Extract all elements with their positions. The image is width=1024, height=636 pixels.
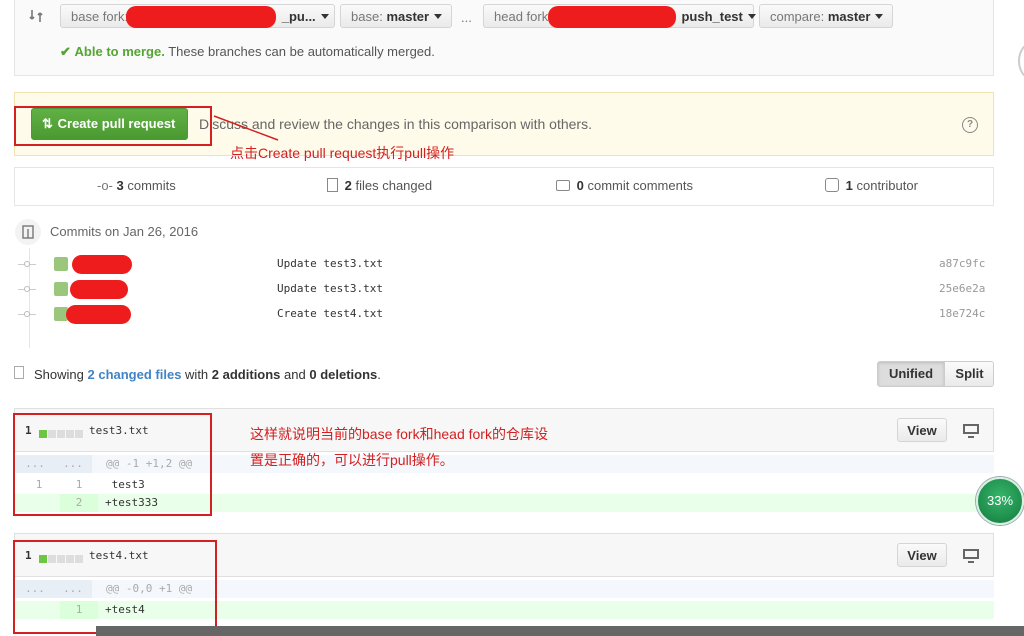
commits-date-header: Commits on Jan 26, 2016 bbox=[50, 224, 199, 239]
commit-row: Update test3.txt a87c9fc bbox=[0, 255, 1000, 275]
file-icon bbox=[14, 366, 24, 379]
head-fork-label: head fork: bbox=[494, 9, 552, 24]
summary-and: and bbox=[284, 367, 306, 382]
redacted-author bbox=[66, 305, 131, 324]
unified-toggle[interactable]: Unified bbox=[878, 362, 944, 386]
base-branch-select[interactable]: base: master bbox=[340, 4, 452, 28]
base-fork-label: base fork: bbox=[71, 9, 129, 24]
stat-comments[interactable]: 0 commit comments bbox=[556, 178, 693, 193]
annotation-box-file2 bbox=[13, 540, 217, 634]
base-branch-value: master bbox=[386, 9, 430, 24]
head-fork-value: push_test bbox=[681, 9, 743, 24]
commit-message[interactable]: Create test4.txt bbox=[277, 307, 383, 320]
redacted-author bbox=[72, 255, 132, 274]
view-file-button[interactable]: View bbox=[897, 418, 947, 442]
organization-icon bbox=[825, 178, 839, 192]
base-fork-value: _pu... bbox=[281, 9, 316, 24]
stat-files[interactable]: 2 files changed bbox=[327, 178, 432, 193]
commit-dot-icon bbox=[18, 260, 36, 270]
compare-branch-value: master bbox=[827, 9, 871, 24]
summary-period: . bbox=[377, 367, 381, 382]
annotation-box-file1 bbox=[13, 413, 212, 516]
progress-badge[interactable]: 33% bbox=[976, 477, 1024, 525]
stat-contributors[interactable]: 1 contributor bbox=[825, 178, 918, 193]
chevron-down-icon bbox=[434, 14, 443, 19]
merge-status: ✔ Able to merge. These branches can be a… bbox=[60, 44, 435, 60]
split-toggle[interactable]: Split bbox=[944, 362, 993, 386]
comment-icon bbox=[556, 180, 570, 191]
annotation-arrow bbox=[213, 115, 279, 141]
summary-showing: Showing bbox=[34, 367, 84, 382]
commit-icon: -o- bbox=[97, 178, 113, 193]
commit-dot-icon bbox=[18, 310, 36, 320]
edge-circle-icon bbox=[1018, 42, 1024, 80]
chevron-down-icon bbox=[320, 14, 329, 19]
avatar[interactable] bbox=[54, 282, 68, 296]
compare-ellipsis: ... bbox=[461, 10, 472, 25]
summary-changed-link[interactable]: 2 changed files bbox=[88, 367, 182, 382]
redacted-base-fork bbox=[126, 6, 276, 28]
annotation-box-create-pr bbox=[14, 106, 212, 146]
file-diff-icon bbox=[327, 178, 338, 192]
merge-status-text: These branches can be automatically merg… bbox=[168, 44, 435, 59]
stat-commits[interactable]: -o- 3 commits bbox=[97, 178, 176, 193]
compare-branch-select[interactable]: compare: master bbox=[759, 4, 893, 28]
commit-sha[interactable]: 25e6e2a bbox=[939, 282, 985, 295]
check-icon: ✔ bbox=[60, 44, 71, 59]
summary-additions: 2 additions bbox=[211, 367, 281, 382]
stat-commits-count: 3 bbox=[116, 178, 124, 193]
summary-with: with bbox=[185, 367, 209, 382]
base-branch-label: base: bbox=[351, 9, 383, 24]
commit-sha[interactable]: a87c9fc bbox=[939, 257, 985, 270]
commit-dot-icon bbox=[18, 285, 36, 295]
stat-contributors-count: 1 bbox=[845, 178, 853, 193]
redacted-head-fork bbox=[548, 6, 676, 28]
stat-files-label: files changed bbox=[355, 178, 433, 193]
avatar[interactable] bbox=[54, 257, 68, 271]
diff-summary: Showing 2 changed files with 2 additions… bbox=[34, 367, 381, 382]
progress-badge-value: 33% bbox=[986, 493, 1014, 508]
stat-commits-label: commits bbox=[127, 178, 176, 193]
stat-comments-label: commit comments bbox=[587, 178, 693, 193]
help-icon[interactable]: ? bbox=[962, 117, 978, 133]
summary-deletions: 0 deletions bbox=[309, 367, 378, 382]
stat-files-count: 2 bbox=[344, 178, 352, 193]
chevron-down-icon bbox=[875, 14, 884, 19]
stat-contributors-label: contributor bbox=[856, 178, 918, 193]
compare-branch-label: compare: bbox=[770, 9, 825, 24]
annotation-create-pr: 点击Create pull request执行pull操作 bbox=[230, 145, 455, 161]
annotation-fork-line1: 这样就说明当前的base fork和head fork的仓库设 bbox=[250, 426, 548, 442]
redacted-author bbox=[70, 280, 128, 299]
bottom-scrollbar[interactable] bbox=[96, 626, 1024, 636]
stat-comments-count: 0 bbox=[576, 178, 584, 193]
commit-row: Create test4.txt 18e724c bbox=[0, 305, 1000, 325]
commit-sha[interactable]: 18e724c bbox=[939, 307, 985, 320]
commits-group-icon bbox=[15, 219, 41, 245]
view-toggle: Unified Split bbox=[877, 361, 994, 387]
merge-status-bold: Able to merge. bbox=[74, 44, 165, 59]
chevron-down-icon bbox=[747, 14, 756, 19]
compare-arrows-icon bbox=[28, 8, 44, 24]
desktop-icon[interactable] bbox=[963, 424, 979, 438]
annotation-fork-line2: 置是正确的，可以进行pull操作。 bbox=[250, 452, 454, 468]
commit-row: Update test3.txt 25e6e2a bbox=[0, 280, 1000, 300]
commit-message[interactable]: Update test3.txt bbox=[277, 282, 383, 295]
view-file-button[interactable]: View bbox=[897, 543, 947, 567]
commit-message[interactable]: Update test3.txt bbox=[277, 257, 383, 270]
desktop-icon[interactable] bbox=[963, 549, 979, 563]
